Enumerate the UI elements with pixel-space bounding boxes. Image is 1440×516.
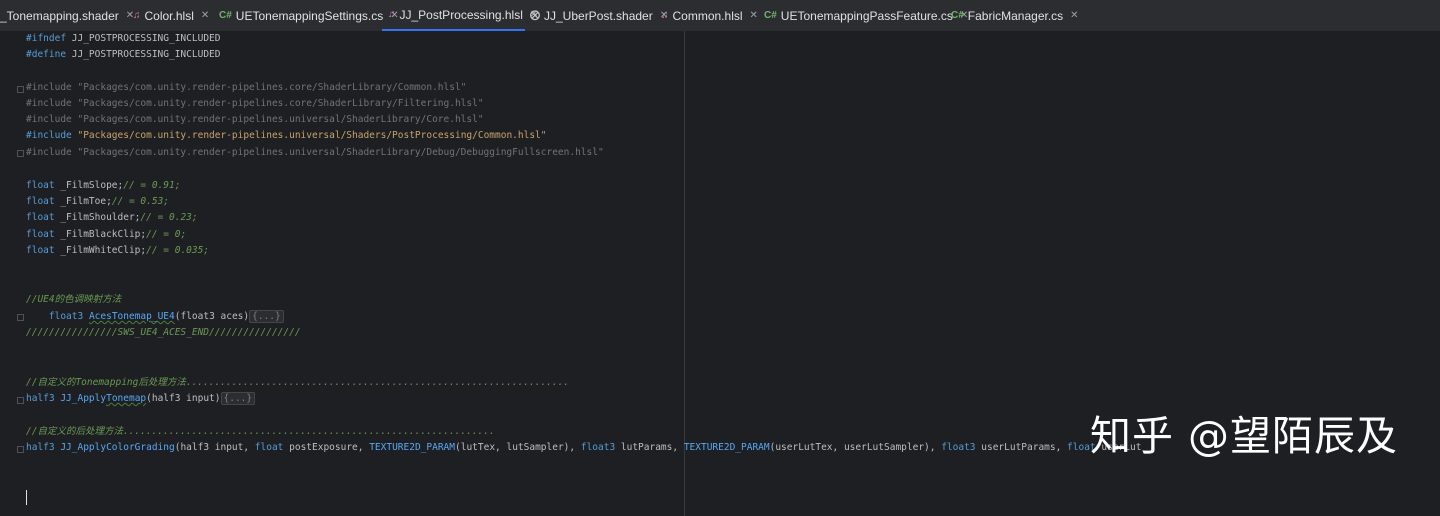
type-keyword: float — [26, 196, 55, 207]
code-line: #ifndef JJ_POSTPROCESSING_INCLUDED — [26, 31, 220, 47]
type-keyword: float — [254, 442, 284, 453]
function-args: (half3 input) — [146, 393, 221, 404]
code-line: #include "Packages/com.unity.render-pipe… — [26, 114, 484, 125]
code-line: ////////////////SWS_UE4_ACES_END////////… — [26, 327, 301, 338]
csharp-icon: C# — [951, 10, 964, 21]
function-name-suffix: Tonemap — [106, 393, 147, 404]
variable-name: _FilmBlackClip; — [54, 229, 147, 240]
variable-name: _FilmShoulder; — [54, 212, 141, 223]
tab-label: Common.hlsl — [672, 8, 743, 23]
tab-jj-uberpost-shader[interactable]: ⨂ JJ_UberPost.shader ✕ — [530, 0, 668, 31]
tab-uetonemappingsettings-cs[interactable]: C# UETonemappingSettings.cs ✕ — [219, 0, 399, 31]
tab-label: JJ_UberPost.shader — [544, 8, 653, 23]
arg-text: lutParams, — [615, 442, 684, 453]
tab-jj-postprocessing-hlsl[interactable]: ♫ JJ_PostProcessing.hlsl ✕ — [382, 0, 538, 31]
editor-tab-bar: _Tonemapping.shader ✕ ♫ Color.hlsl ✕ C# … — [0, 0, 1440, 32]
fold-icon[interactable] — [17, 86, 24, 93]
close-icon[interactable]: ✕ — [750, 10, 758, 21]
code-line: #include "Packages/com.unity.render-pipe… — [26, 128, 546, 144]
code-line: half3 JJ_ApplyColorGrading(half3 input, … — [26, 440, 1141, 456]
variable-name: _FilmToe; — [54, 196, 112, 207]
macro-name: TEXTURE2D_PARAM — [369, 442, 455, 453]
tab-label: UETonemappingPassFeature.cs — [780, 8, 953, 23]
tab-label: UETonemappingSettings.cs — [235, 8, 384, 23]
code-line: float3 AcesTonemap_UE4(float3 aces) {...} — [26, 309, 284, 325]
type-keyword: float3 — [580, 442, 616, 453]
arg-text: (lutTex, lutSampler), — [455, 442, 581, 453]
type-keyword: half3 — [26, 442, 55, 453]
code-line: #include "Packages/com.unity.render-pipe… — [26, 147, 604, 158]
directive: #ifndef — [26, 33, 67, 44]
folded-block[interactable]: {...} — [249, 310, 284, 323]
comment: // = 0.23; — [140, 212, 198, 223]
csharp-icon: C# — [764, 10, 777, 21]
directive-arg: JJ_POSTPROCESSING_INCLUDED — [66, 49, 221, 60]
function-name: JJ_Apply — [54, 393, 107, 404]
arg-text: userLutParams, — [975, 442, 1068, 453]
type-keyword: half3 — [26, 393, 55, 404]
directive: #define — [26, 49, 67, 60]
tab-label: JJ_PostProcessing.hlsl — [399, 7, 523, 22]
type-keyword: float — [26, 229, 55, 240]
csharp-icon: C# — [219, 10, 232, 21]
unity-icon: ⨂ — [530, 10, 540, 21]
include-path: "Packages/com.unity.render-pipelines.uni… — [71, 130, 547, 141]
code-line: //自定义的Tonemapping后处理方法..................… — [26, 377, 570, 388]
tab-label: FabricManager.cs — [967, 8, 1064, 23]
comment: // = 0.53; — [111, 196, 170, 207]
function-name: AcesTonemap_UE4 — [88, 311, 175, 322]
close-icon[interactable]: ✕ — [201, 10, 209, 21]
variable-name: _FilmWhiteClip; — [54, 245, 147, 256]
type-keyword: float3 — [941, 442, 976, 453]
code-line: float _FilmToe;// = 0.53; — [26, 194, 169, 210]
type-keyword: float3 — [48, 311, 84, 322]
tab-uetonemappingpassfeature-cs[interactable]: C# UETonemappingPassFeature.cs ✕ — [764, 0, 968, 31]
function-args: (float3 aces) — [174, 311, 250, 322]
directive-arg: JJ_POSTPROCESSING_INCLUDED — [66, 33, 221, 44]
watermark: 知乎 @望陌辰及 — [1090, 412, 1399, 460]
fold-icon[interactable] — [17, 314, 24, 321]
tab-color-hlsl[interactable]: ♫ Color.hlsl ✕ — [133, 0, 213, 31]
tab-common-hlsl[interactable]: ♫ Common.hlsl ✕ — [661, 0, 758, 31]
function-name: JJ_ApplyColorGrading — [54, 442, 175, 453]
variable-name: _FilmSlope; — [54, 180, 124, 191]
code-line: #define JJ_POSTPROCESSING_INCLUDED — [26, 47, 220, 63]
folded-block[interactable]: {...} — [220, 392, 256, 405]
comment: // = 0; — [146, 229, 187, 240]
code-line: #include "Packages/com.unity.render-pipe… — [26, 82, 467, 93]
fold-icon[interactable] — [17, 150, 24, 157]
shader-icon: ♫ — [133, 10, 141, 21]
comment: // = 0.91; — [123, 180, 181, 191]
tab-label: _Tonemapping.shader — [0, 8, 119, 23]
type-keyword: float — [26, 180, 55, 191]
arg-text: (half3 input, — [174, 442, 255, 453]
code-line: //UE4的色调映射方法 — [26, 294, 122, 305]
shader-icon: ♫ — [661, 10, 669, 21]
text-cursor — [26, 490, 27, 505]
type-keyword: float — [26, 212, 55, 223]
code-line: //自定义的后处理方法.............................… — [26, 426, 495, 437]
macro-name: TEXTURE2D_PARAM — [683, 442, 770, 453]
arg-text: (userLutTex, userLutSampler), — [769, 442, 942, 453]
comment: // = 0.035; — [146, 245, 210, 256]
fold-icon[interactable] — [17, 397, 24, 404]
code-line: float _FilmSlope;// = 0.91; — [26, 178, 180, 194]
code-line: float _FilmWhiteClip;// = 0.035; — [26, 243, 209, 259]
fold-icon[interactable] — [17, 446, 24, 453]
type-keyword: float — [26, 245, 55, 256]
tab-fabricmanager-cs[interactable]: C# FabricManager.cs ✕ — [951, 0, 1079, 31]
code-line: float _FilmBlackClip;// = 0; — [26, 227, 186, 243]
directive: #include — [26, 130, 72, 141]
arg-text: postExposure, — [283, 442, 370, 453]
tab-tonemapping-shader[interactable]: _Tonemapping.shader ✕ — [0, 0, 134, 31]
code-line: float _FilmShoulder;// = 0.23; — [26, 210, 198, 226]
tab-label: Color.hlsl — [144, 8, 194, 23]
code-line: half3 JJ_ApplyTonemap(half3 input) {...} — [26, 391, 256, 407]
shader-icon: ♫ — [388, 9, 396, 20]
code-line: #include "Packages/com.unity.render-pipe… — [26, 98, 484, 109]
close-icon[interactable]: ✕ — [1070, 10, 1078, 21]
